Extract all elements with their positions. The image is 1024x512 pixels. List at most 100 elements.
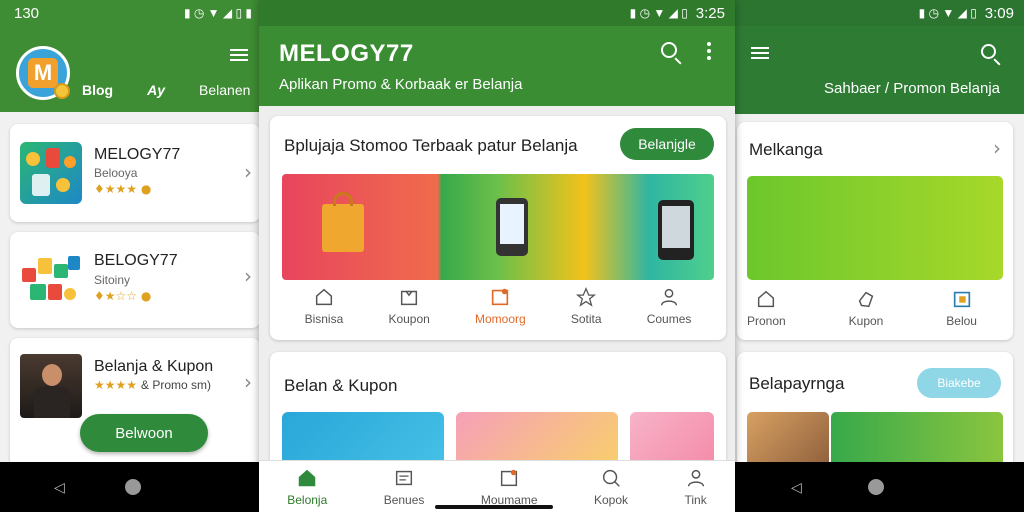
bottom-tab-label: Tink <box>684 493 707 507</box>
app-name-3: Belanja & Kupon <box>94 358 214 375</box>
green-banner[interactable] <box>747 176 1003 280</box>
app-title: MELOGY77 <box>279 40 414 67</box>
coupon-icon <box>953 291 970 308</box>
promo-title: Bplujaja Stomoo Terbaak patur Belanja <box>284 136 578 155</box>
belapayrnga-card: Belapayrnga Biakebe <box>737 352 1013 472</box>
shopping-bag-icon <box>322 192 364 252</box>
right-screen: ▮ ◷ ▼ ◢ ▯ 3:09 Sahbaer / Promon Belanja … <box>735 0 1024 512</box>
nav-ay[interactable]: Ay <box>147 82 165 98</box>
promo-button[interactable]: Belanjgle <box>620 128 714 160</box>
tab-momoorg[interactable]: Momoorg <box>475 286 526 326</box>
bottom-tab-belonja[interactable]: Belonja <box>287 467 327 512</box>
nav-belanja[interactable]: Belanen <box>199 82 250 98</box>
melkanga-title: Melkanga <box>749 140 823 159</box>
rating-stars-icon: ♦★★★ ● <box>94 182 152 196</box>
coupon-card: Belan & Kupon <box>270 352 726 472</box>
header-nav: Blog Ay Belanen <box>82 82 250 98</box>
tab-label: Pronon <box>747 314 786 328</box>
left-screen: 130 ▮ ◷ ▼ ◢ ▯ ▮ M Blog Ay Belanen MELOGY… <box>0 0 262 512</box>
app-sub-3: & Promo sm) <box>141 378 212 392</box>
nav-blog[interactable]: Blog <box>82 82 113 98</box>
user-icon <box>660 288 678 306</box>
tab-coumes[interactable]: Coumes <box>647 286 691 326</box>
chevron-right-icon[interactable]: › <box>244 264 252 288</box>
status-time: 130 <box>14 4 40 22</box>
tab-label: Momoorg <box>474 312 526 326</box>
home-icon[interactable] <box>867 479 884 495</box>
tab-koupon[interactable]: Koupon <box>388 286 430 326</box>
system-nav-bar: ◁ <box>0 462 262 512</box>
header-text: Sahbaer / Promon Belanja <box>824 80 1000 97</box>
app-sub-1: Belooya <box>94 166 138 180</box>
bottom-tab-label: Benues <box>383 493 425 507</box>
bottom-tab-kopok[interactable]: Kopok <box>594 467 628 512</box>
app-name-1: MELOGY77 <box>94 146 181 163</box>
tab-bisnisa[interactable]: Bisnisa <box>304 286 344 326</box>
belapayrnga-button[interactable]: Biakebe <box>917 368 1001 398</box>
tab-label: Sotita <box>570 312 602 326</box>
center-screen: 3:25 ▮ ◷ ▼ ◢ ▯ MELOGY77 Aplikan Promo & … <box>259 0 735 512</box>
home-icon <box>315 288 332 306</box>
search-icon[interactable] <box>661 42 682 65</box>
app-header: MELOGY77 Aplikan Promo & Korbaak er Bela… <box>259 26 735 106</box>
fab-button[interactable]: Belwoon <box>80 414 208 452</box>
status-bar: 130 ▮ ◷ ▼ ◢ ▯ ▮ <box>0 0 262 26</box>
melkanga-tabs: Pronon Kupon Belou <box>747 288 977 328</box>
status-icons: ▮ ◷ ▼ ◢ ▯ ▮ <box>183 6 252 20</box>
app-card-2[interactable]: BELOGY77 Sitoiny ♦★☆☆ ● › <box>10 232 260 328</box>
promo-banner[interactable] <box>282 174 714 280</box>
rating-stars-icon: ♦★☆☆ ● <box>94 289 152 303</box>
bottom-tab-label: Kopok <box>594 493 629 507</box>
gesture-handle[interactable] <box>435 505 553 509</box>
app-logo[interactable]: M <box>16 46 70 100</box>
fab-label: Belwoon <box>115 424 173 442</box>
back-icon[interactable]: ◁ <box>54 479 65 496</box>
menu-icon[interactable] <box>230 46 248 64</box>
chevron-right-icon[interactable]: › <box>244 160 252 184</box>
tab-kupon[interactable]: Kupon <box>848 288 884 328</box>
home-icon <box>758 290 775 308</box>
tab-pronon[interactable]: Pronon <box>747 288 786 328</box>
app-icon-2 <box>20 254 82 310</box>
tag-icon <box>858 291 874 308</box>
status-bar: ▮ ◷ ▼ ◢ ▯ 3:09 <box>735 0 1024 26</box>
search-icon[interactable] <box>981 44 1001 66</box>
tab-label: Koupon <box>388 312 430 326</box>
status-icons: ▮ ◷ ▼ ◢ ▯ <box>918 6 977 20</box>
home-icon[interactable] <box>124 479 141 495</box>
tab-sotita[interactable]: Sotita <box>571 286 602 326</box>
promo-button-label: Belanjgle <box>638 136 696 152</box>
chevron-right-icon[interactable]: › <box>244 370 252 394</box>
bottom-tab-label: Belonja <box>287 493 328 507</box>
app-card-1[interactable]: MELOGY77 Belooya ♦★★★ ● › <box>10 124 260 222</box>
chevron-right-icon[interactable]: › <box>993 136 1001 160</box>
logo-mark-icon: M <box>28 58 58 88</box>
app-icon-3 <box>20 354 82 418</box>
app-header: M Blog Ay Belanen <box>0 26 262 112</box>
tab-label: Kupon <box>848 314 884 328</box>
menu-icon[interactable] <box>751 44 769 62</box>
home-icon <box>298 469 316 487</box>
back-icon[interactable]: ◁ <box>791 479 802 496</box>
star-icon <box>576 287 597 307</box>
tab-belou[interactable]: Belou <box>946 288 977 328</box>
rating-stars-icon: ★★★★ <box>94 378 138 392</box>
user-icon <box>687 469 704 487</box>
tag-icon <box>401 290 418 306</box>
bottom-tab-benues[interactable]: Benues <box>383 467 425 512</box>
more-icon[interactable] <box>707 42 711 60</box>
system-nav-bar: ◁ <box>735 462 1024 512</box>
coupon-icon <box>501 469 518 487</box>
status-time: 3:09 <box>984 4 1014 22</box>
app-subtitle: Aplikan Promo & Korbaak er Belanja <box>279 76 523 93</box>
app-header: Sahbaer / Promon Belanja <box>735 26 1024 114</box>
coupon-icon <box>492 288 509 306</box>
app-meta-3: ★★★★ & Promo sm) <box>94 378 211 392</box>
promo-card: Bplujaja Stomoo Terbaak patur Belanja Be… <box>270 116 726 340</box>
app-icon-1 <box>20 142 82 204</box>
belapayrnga-title: Belapayrnga <box>749 374 845 393</box>
status-time: 3:25 <box>695 4 725 22</box>
tab-label: Bisnisa <box>304 312 344 326</box>
bottom-tab-tink[interactable]: Tink <box>684 467 707 512</box>
tab-label: Belou <box>946 314 977 328</box>
